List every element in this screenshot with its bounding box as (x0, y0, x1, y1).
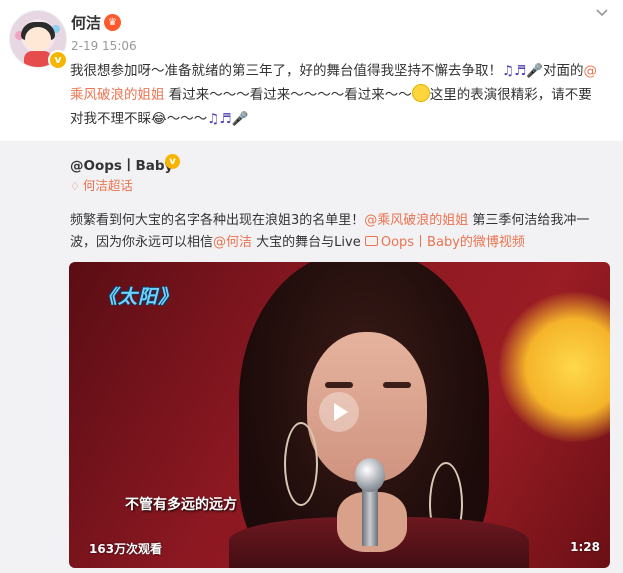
weibo-post-card: v 何洁 ♛ 2-19 15:06 我很想参加呀～准备就绪的第三年了，好的舞台值… (0, 0, 623, 573)
laugh-emoji: 😂 (151, 111, 167, 127)
post-text: 看过来～～～看过来～～～～看过来～～ (164, 87, 412, 103)
music-notes-emoji: ♫♬🎤 (502, 63, 544, 79)
video-performer-eye (383, 382, 411, 388)
supertopic-label: 何洁超话 (82, 178, 133, 193)
chevron-down-icon[interactable] (595, 6, 609, 20)
repost-text: 频繁看到何大宝的名字各种出现在浪姐3的名单里！@乘风破浪的姐姐 第三季何洁给我冲… (70, 210, 610, 254)
repost-text-segment: 大宝的舞台与Live (252, 235, 365, 250)
avatar-face (25, 27, 51, 51)
video-camera-icon (364, 236, 378, 246)
video-performer-eye (325, 382, 353, 388)
post-timestamp[interactable]: 2-19 15:06 (71, 39, 137, 53)
verified-badge-icon: v (165, 154, 180, 169)
mention-link[interactable]: @乘风破浪的姐姐 (364, 213, 468, 228)
video-link-label: Oops丨Baby的微博视频 (380, 235, 525, 250)
repost-author-name[interactable]: @Oops丨Baby (70, 154, 173, 174)
video-earring (284, 422, 318, 506)
post-text: 我很想参加呀～准备就绪的第三年了，好的舞台值得我坚持不懈去争取！ (70, 63, 502, 79)
post-text: 对面的 (543, 63, 584, 79)
video-link[interactable]: Oops丨Baby的微博视频 (364, 235, 525, 250)
video-duration: 1:28 (570, 540, 600, 554)
verified-badge-icon: v (48, 50, 68, 70)
stage-light (499, 292, 610, 442)
video-view-count: 163万次观看 (89, 542, 163, 556)
post-text: ～～～ (166, 111, 208, 127)
grin-emoji-icon (411, 84, 430, 102)
mention-link[interactable]: @何洁 (213, 235, 252, 250)
repost-text-segment: 频繁看到何大宝的名字各种出现在浪姐3的名单里！ (70, 213, 365, 228)
author-name[interactable]: 何洁 (71, 12, 101, 33)
member-crown-icon[interactable]: ♛ (104, 14, 121, 31)
supertopic-link[interactable]: ♢ 何洁超话 (70, 175, 133, 194)
play-icon[interactable] (319, 392, 359, 432)
video-title-overlay: 《太阳》 (98, 286, 179, 308)
diamond-icon: ♢ (70, 180, 80, 193)
music-notes-emoji: ♫♬🎤 (207, 111, 249, 127)
microphone-handle (362, 486, 378, 546)
microphone (355, 458, 385, 492)
video-player[interactable]: 《太阳》 不管有多远的远方 163万次观看 1:28 (69, 262, 610, 568)
post-content: 我很想参加呀～准备就绪的第三年了，好的舞台值得我坚持不懈去争取！♫♬🎤对面的@乘… (70, 59, 600, 131)
video-subtitle: 不管有多远的远方 (125, 497, 237, 513)
reposted-content[interactable]: @Oops丨Baby v ♢ 何洁超话 频繁看到何大宝的名字各种出现在浪姐3的名单… (0, 141, 623, 573)
